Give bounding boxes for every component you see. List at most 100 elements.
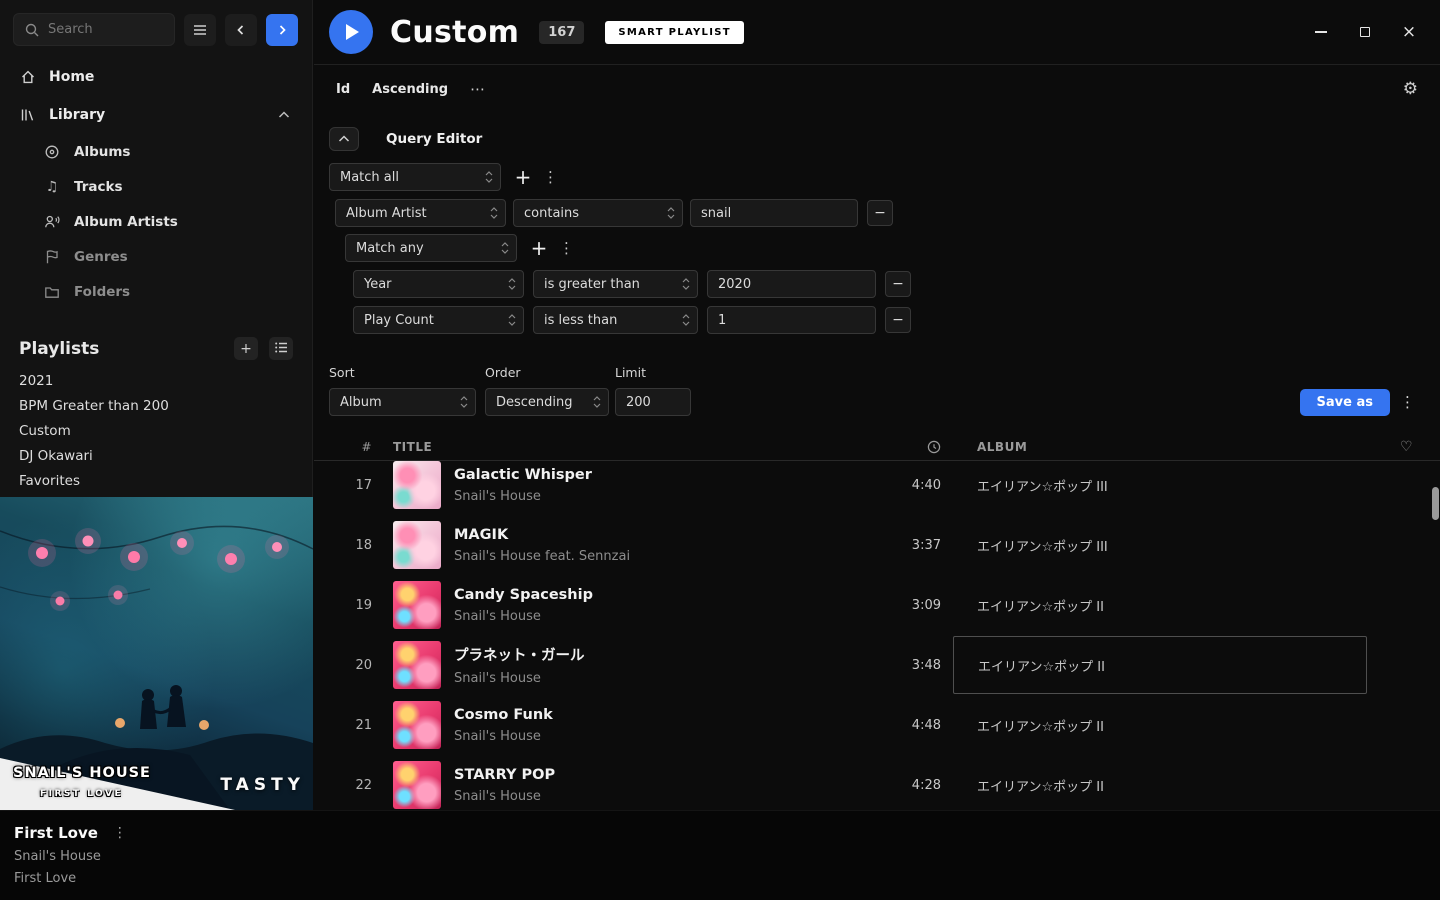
now-playing-artwork: SNAIL'S HOUSE FIRST LOVE TASTY xyxy=(0,497,313,810)
track-artist[interactable]: Snail's House xyxy=(454,489,592,504)
sidebar-item-folders[interactable]: Folders xyxy=(0,274,312,309)
save-as-button[interactable]: Save as xyxy=(1300,389,1390,416)
playlist-item-dj-okawari[interactable]: DJ Okawari xyxy=(0,443,312,468)
menu-button[interactable] xyxy=(184,14,216,46)
album-art-thumbnail xyxy=(393,521,441,569)
track-artist[interactable]: Snail's House feat. Sennzai xyxy=(454,549,630,564)
select-arrows-icon xyxy=(682,313,690,327)
rule-field-select[interactable]: Play Count xyxy=(353,306,524,334)
track-row[interactable]: 19 Candy Spaceship Snail's House 3:09 エイ… xyxy=(314,575,1440,635)
scrollbar-thumb[interactable] xyxy=(1432,487,1439,520)
group-options-button[interactable]: ⋮ xyxy=(543,168,557,186)
more-options-button[interactable]: ⋯ xyxy=(470,80,486,98)
sort-select[interactable]: Album xyxy=(329,388,476,416)
track-row[interactable]: 18 MAGIK Snail's House feat. Sennzai 3:3… xyxy=(314,515,1440,575)
close-button[interactable]: × xyxy=(1402,25,1416,39)
chevron-right-icon xyxy=(274,22,290,38)
track-album[interactable]: エイリアン☆ポップ II xyxy=(953,716,1373,735)
playlist-item-custom[interactable]: Custom xyxy=(0,418,312,443)
sort-label: Sort xyxy=(329,365,476,380)
track-list: 17 Galactic Whisper Snail's House 4:40 エ… xyxy=(314,461,1440,815)
rule-operator-select[interactable]: is greater than xyxy=(533,270,698,298)
nav-forward-button[interactable] xyxy=(266,14,298,46)
rule-value-input[interactable] xyxy=(690,199,858,227)
albums-icon xyxy=(44,144,60,160)
match-mode-select[interactable]: Match any xyxy=(345,234,517,262)
sidebar-item-albums[interactable]: Albums xyxy=(0,134,312,169)
playlist-item-bpm[interactable]: BPM Greater than 200 xyxy=(0,393,312,418)
track-artist[interactable]: Snail's House xyxy=(454,789,555,804)
album-column-header[interactable]: ALBUM xyxy=(953,440,1373,454)
sidebar-item-album-artists[interactable]: Album Artists xyxy=(0,204,312,239)
track-album[interactable]: エイリアン☆ポップ II xyxy=(953,776,1373,795)
track-album[interactable]: エイリアン☆ポップ II xyxy=(953,596,1373,615)
now-playing-options-button[interactable]: ⋮ xyxy=(113,825,127,841)
order-select[interactable]: Descending xyxy=(485,388,609,416)
search-input[interactable]: Search xyxy=(13,13,175,46)
save-options-button[interactable]: ⋮ xyxy=(1400,393,1415,416)
track-row[interactable]: 20 プラネット・ガール Snail's House 3:48 エイリアン☆ポッ… xyxy=(314,635,1440,695)
artwork-brand-text: TASTY xyxy=(220,775,305,795)
playlists-heading: Playlists xyxy=(19,339,99,359)
settings-gear-icon[interactable]: ⚙ xyxy=(1403,79,1418,99)
index-column-header[interactable]: # xyxy=(314,440,380,454)
match-mode-select[interactable]: Match all xyxy=(329,163,501,191)
duration-column-header[interactable] xyxy=(843,440,953,454)
rule-field-select[interactable]: Album Artist xyxy=(335,199,506,227)
list-toolbar: Id Ascending ⋯ ⚙ xyxy=(314,65,1440,113)
sidebar: Search Home xyxy=(0,0,313,810)
minimize-button[interactable] xyxy=(1314,25,1328,39)
play-playlist-button[interactable] xyxy=(329,10,373,54)
rule-value-input[interactable] xyxy=(707,270,876,298)
sidebar-item-genres[interactable]: Genres xyxy=(0,239,312,274)
remove-rule-button[interactable]: − xyxy=(867,200,893,226)
sort-field-button[interactable]: Id xyxy=(336,82,350,97)
collapse-query-editor-button[interactable] xyxy=(329,127,359,151)
now-playing-title[interactable]: First Love xyxy=(14,824,98,842)
chevron-up-icon[interactable] xyxy=(276,107,292,123)
nav-back-button[interactable] xyxy=(225,14,257,46)
limit-label: Limit xyxy=(615,365,691,380)
select-arrows-icon xyxy=(490,206,498,220)
now-playing-artist[interactable]: Snail's House xyxy=(14,849,127,864)
artwork-illustration xyxy=(0,497,313,810)
add-rule-button[interactable]: + xyxy=(528,237,550,259)
rule-operator-select[interactable]: contains xyxy=(513,199,683,227)
track-album[interactable]: エイリアン☆ポップ III xyxy=(953,476,1373,495)
track-row[interactable]: 22 STARRY POP Snail's House 4:28 エイリアン☆ポ… xyxy=(314,755,1440,815)
rule-field-select[interactable]: Year xyxy=(353,270,524,298)
add-playlist-button[interactable]: + xyxy=(234,337,258,360)
remove-rule-button[interactable]: − xyxy=(885,307,911,333)
track-row[interactable]: 17 Galactic Whisper Snail's House 4:40 エ… xyxy=(314,461,1440,515)
remove-rule-button[interactable]: − xyxy=(885,271,911,297)
rule-operator-select[interactable]: is less than xyxy=(533,306,698,334)
select-arrows-icon xyxy=(501,241,509,255)
track-artist[interactable]: Snail's House xyxy=(454,671,585,686)
track-album-focused[interactable]: エイリアン☆ポップ II xyxy=(953,636,1367,694)
track-artist[interactable]: Snail's House xyxy=(454,609,593,624)
sidebar-item-tracks[interactable]: ♫ Tracks xyxy=(0,169,312,204)
playlist-item-2021[interactable]: 2021 xyxy=(0,368,312,393)
maximize-button[interactable] xyxy=(1358,25,1372,39)
playlist-item-favorites[interactable]: Favorites xyxy=(0,468,312,493)
add-rule-button[interactable]: + xyxy=(512,166,534,188)
album-art-thumbnail xyxy=(393,581,441,629)
folder-icon xyxy=(44,284,60,300)
now-playing-album[interactable]: First Love xyxy=(14,871,127,886)
track-row[interactable]: 21 Cosmo Funk Snail's House 4:48 エイリアン☆ポ… xyxy=(314,695,1440,755)
query-rule-row: Album Artist contains − xyxy=(314,199,1440,227)
sidebar-item-home[interactable]: Home xyxy=(0,58,312,96)
query-editor-header: Query Editor xyxy=(329,127,1440,151)
home-icon xyxy=(20,69,36,85)
track-duration: 4:48 xyxy=(843,718,953,733)
limit-input[interactable] xyxy=(615,388,691,416)
sort-order-button[interactable]: Ascending xyxy=(372,82,448,97)
rule-value-input[interactable] xyxy=(707,306,876,334)
track-artist[interactable]: Snail's House xyxy=(454,729,553,744)
group-options-button[interactable]: ⋮ xyxy=(559,239,573,257)
favorite-column-header[interactable]: ♡ xyxy=(1373,439,1440,455)
playlist-list-button[interactable] xyxy=(269,337,293,360)
sidebar-item-library[interactable]: Library xyxy=(0,96,312,134)
track-album[interactable]: エイリアン☆ポップ III xyxy=(953,536,1373,555)
title-column-header[interactable]: TITLE xyxy=(380,440,843,454)
